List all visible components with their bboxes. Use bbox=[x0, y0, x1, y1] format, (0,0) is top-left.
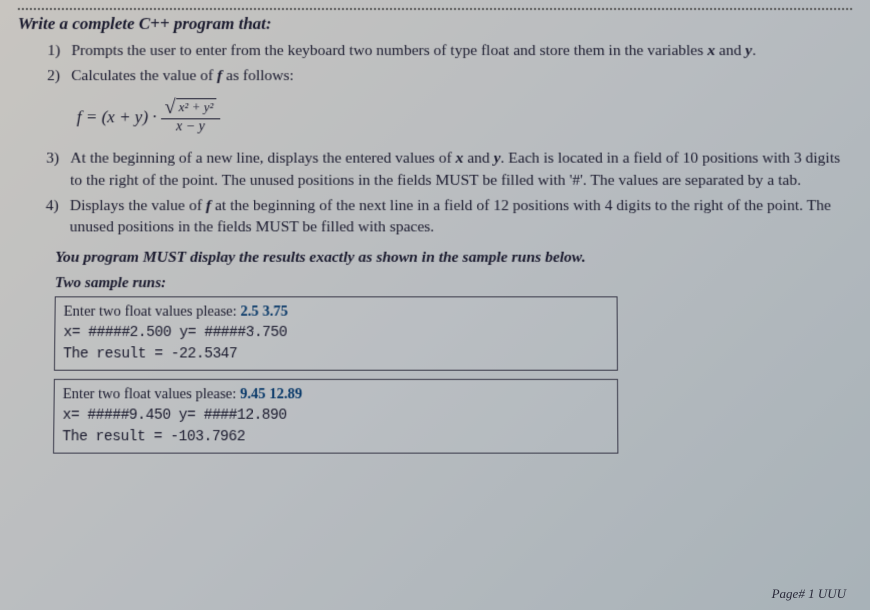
radical-icon: √ bbox=[165, 99, 176, 117]
step-text: Calculates the value of f as follows: bbox=[71, 65, 853, 87]
step-num: 1) bbox=[47, 40, 71, 62]
step-1: 1) Prompts the user to enter from the ke… bbox=[47, 40, 852, 62]
user-input: 9.45 12.89 bbox=[240, 386, 302, 402]
formula-sqrt-inner: x² + y² bbox=[176, 99, 217, 116]
formula-fraction: √ x² + y² x − y bbox=[161, 99, 221, 136]
step-text: Prompts the user to enter from the keybo… bbox=[71, 40, 852, 62]
step-text: At the beginning of a new line, displays… bbox=[70, 148, 854, 192]
run-line: Enter two float values please: 2.5 3.75 bbox=[64, 302, 609, 323]
formula-denominator: x − y bbox=[172, 120, 209, 136]
user-input: 2.5 3.75 bbox=[240, 304, 288, 320]
formula: f = (x + y) · √ x² + y² x − y bbox=[77, 99, 854, 136]
run-line: x= #####9.450 y= ####12.890 bbox=[62, 406, 609, 428]
page-footer: Page# 1 UUU bbox=[772, 586, 846, 602]
step-num: 4) bbox=[45, 195, 70, 239]
run-line: Enter two float values please: 9.45 12.8… bbox=[63, 384, 609, 405]
step-3: 3) At the beginning of a new line, displ… bbox=[46, 148, 854, 192]
run-line: x= #####2.500 y= #####3.750 bbox=[63, 323, 608, 344]
step-text: Displays the value of f at the beginning… bbox=[69, 195, 854, 239]
step-num: 3) bbox=[46, 148, 71, 192]
step-4: 4) Displays the value of f at the beginn… bbox=[45, 195, 855, 239]
page-content: Write a complete C++ program that: 1) Pr… bbox=[0, 0, 870, 454]
emphasis-note: You program MUST display the results exa… bbox=[55, 249, 855, 267]
step-2: 2) Calculates the value of f as follows: bbox=[47, 65, 853, 87]
formula-lhs: f = (x + y) · bbox=[77, 107, 157, 127]
sample-run-2: Enter two float values please: 9.45 12.8… bbox=[53, 379, 618, 454]
sample-runs-heading: Two sample runs: bbox=[55, 275, 856, 292]
prompt-text: Enter two float values please: bbox=[63, 386, 240, 402]
formula-numerator: √ x² + y² bbox=[161, 99, 221, 120]
run-line: The result = -103.7962 bbox=[62, 427, 609, 449]
step-num: 2) bbox=[47, 65, 71, 87]
prompt-text: Enter two float values please: bbox=[64, 304, 241, 320]
sample-run-1: Enter two float values please: 2.5 3.75 … bbox=[54, 296, 618, 370]
doc-title: Write a complete C++ program that: bbox=[18, 8, 853, 34]
run-line: The result = -22.5347 bbox=[63, 344, 609, 365]
